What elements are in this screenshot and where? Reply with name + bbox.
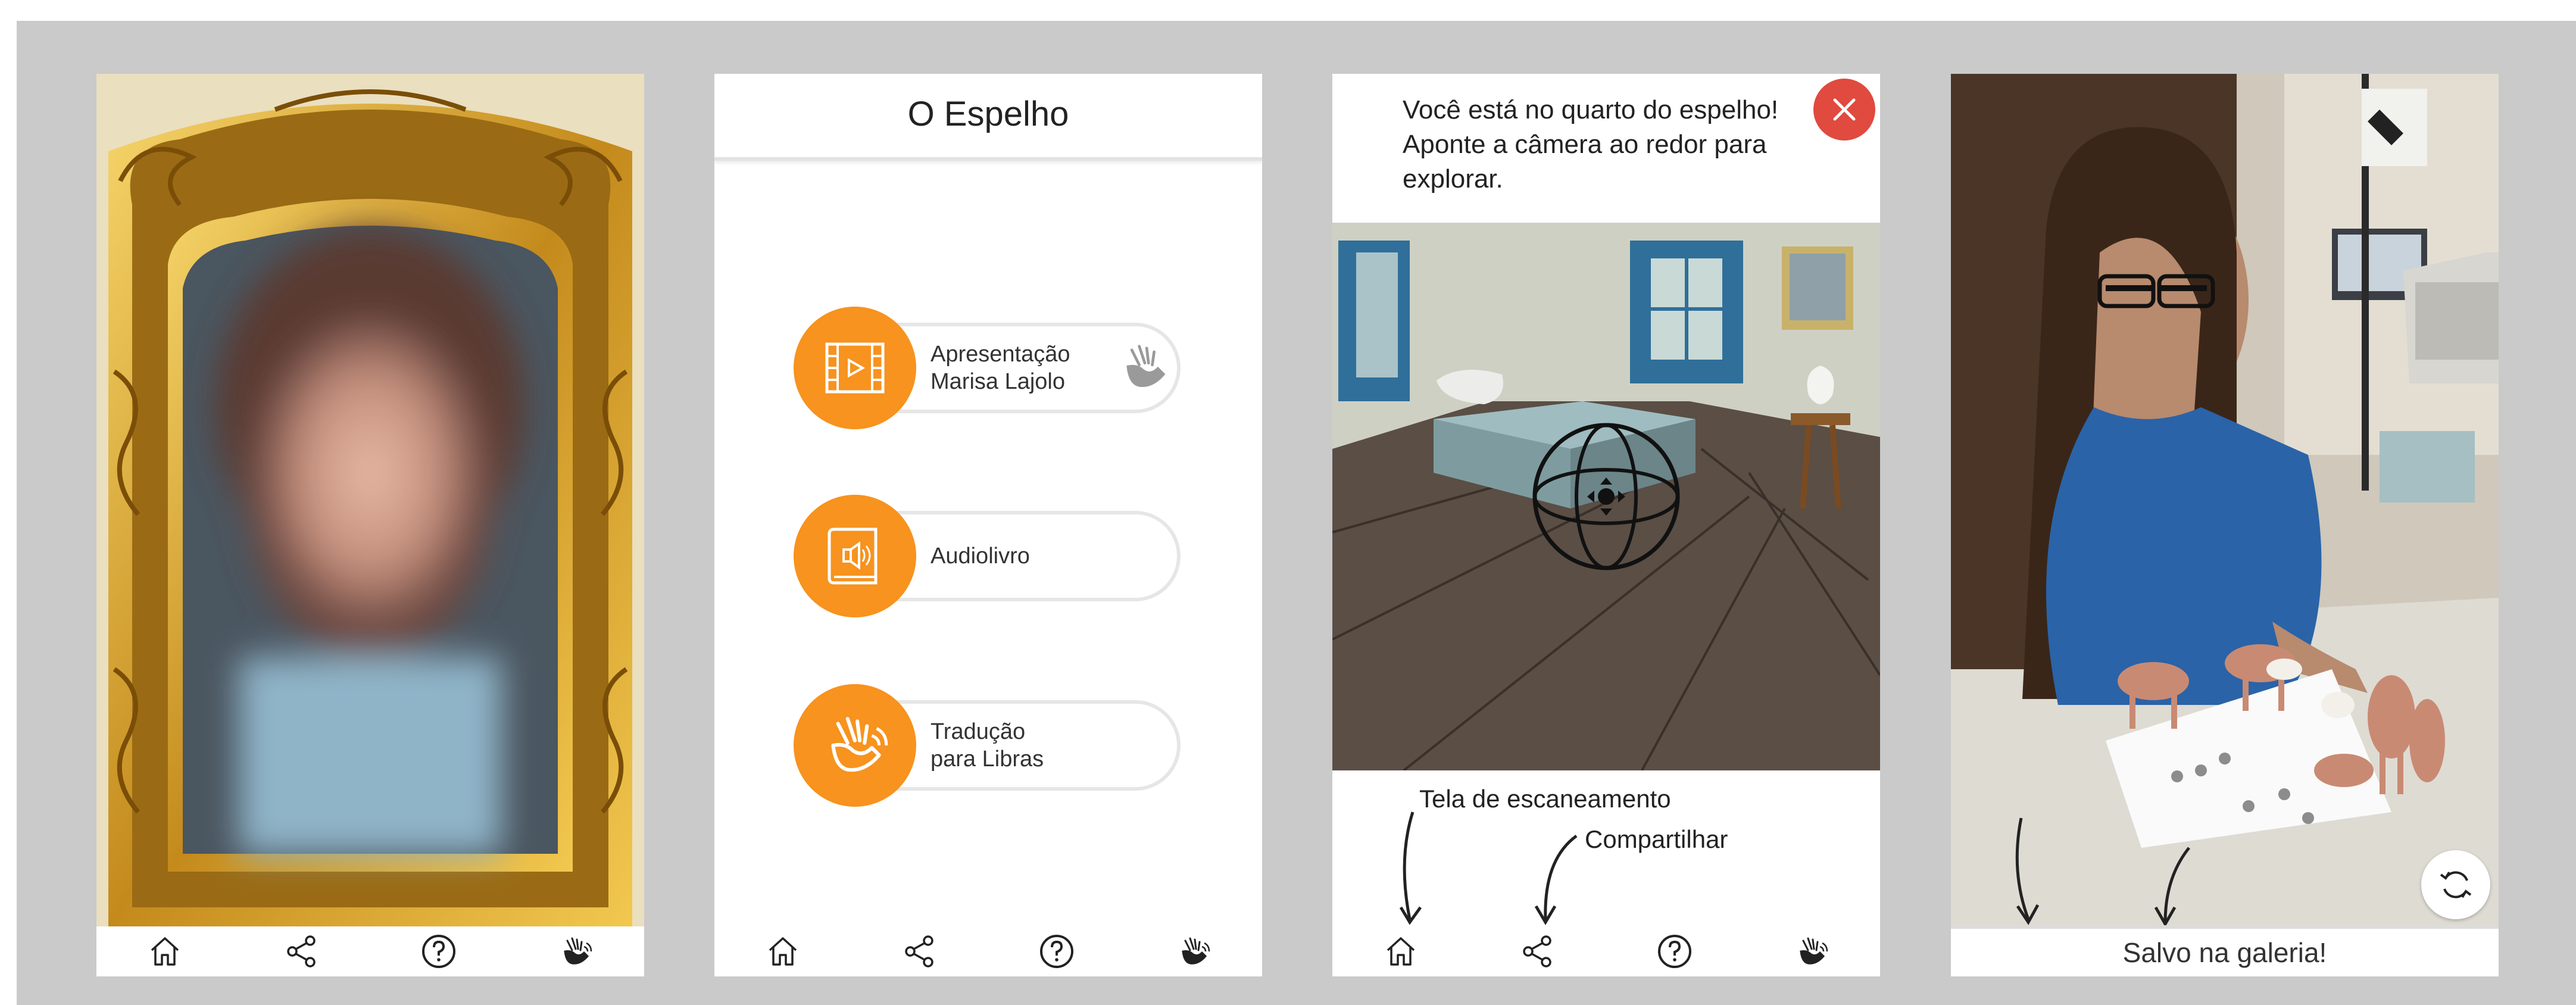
instruction-message: Você está no quarto do espelho! Aponte a… [1403, 93, 1807, 196]
ornate-mirror-frame [96, 74, 644, 926]
screen-scan: Você está no quarto do espelho! Aponte a… [1332, 74, 1880, 976]
menu-label-line1: Apresentação [931, 342, 1070, 367]
page-title: O Espelho [907, 95, 1069, 133]
nav-home-button[interactable] [144, 931, 186, 972]
retake-button[interactable] [2421, 850, 2490, 919]
screen-saved-photo: Salvo na galeria! [1951, 74, 2499, 976]
nav-share-button[interactable] [281, 931, 323, 972]
instruction-line1: Você está no quarto do espelho! [1403, 95, 1779, 124]
screen-mirror [96, 74, 644, 976]
saved-status-bar: Salvo na galeria! [1951, 925, 2499, 976]
share-icon [905, 935, 933, 967]
nav-share-button[interactable] [1517, 931, 1559, 972]
nav-sign-language-button[interactable] [1791, 931, 1832, 972]
bottom-nav [714, 926, 1262, 976]
menu-item-label: Audiolivro [931, 504, 1030, 608]
instruction-line3: explorar. [1403, 164, 1503, 193]
camera-view[interactable] [1332, 223, 1880, 770]
help-icon [422, 935, 455, 968]
saved-status-text: Salvo na galeria! [2122, 937, 2327, 968]
screen-header: O Espelho [714, 74, 1262, 161]
nav-home-button[interactable] [1380, 931, 1422, 972]
nav-help-button[interactable] [1036, 931, 1078, 972]
close-icon [1833, 98, 1856, 121]
menu-label-line1: Audiolivro [931, 544, 1030, 569]
menu-label-line2: Marisa Lajolo [931, 369, 1065, 394]
sign-language-icon [794, 684, 916, 807]
menu-item-presentation[interactable]: Apresentação Marisa Lajolo [794, 307, 1186, 429]
captured-photo [1951, 74, 2499, 925]
sign-language-icon [1126, 345, 1166, 387]
mirror-view [96, 74, 644, 926]
home-icon [769, 937, 797, 966]
nav-home-button[interactable] [762, 931, 804, 972]
close-button[interactable] [1813, 79, 1875, 141]
annotation-arrows [2015, 817, 2190, 925]
menu-item-audiobook[interactable]: Audiolivro [794, 495, 1186, 617]
instruction-line2: Aponte a câmera ao redor para [1403, 130, 1767, 159]
menu-item-libras[interactable]: Tradução para Libras [794, 684, 1186, 807]
share-icon [287, 935, 316, 967]
nav-help-button[interactable] [1654, 931, 1696, 972]
menu-item-label: Apresentação Marisa Lajolo [931, 316, 1070, 420]
ar-photo [1951, 74, 2499, 925]
share-icon [1523, 935, 1551, 967]
nav-sign-language-button[interactable] [555, 931, 597, 972]
menu-item-label: Tradução para Libras [931, 693, 1044, 798]
menu-label-line1: Tradução [931, 719, 1026, 744]
home-icon [1387, 937, 1415, 966]
home-icon [151, 937, 179, 966]
help-icon [1658, 935, 1691, 968]
nav-help-button[interactable] [418, 931, 460, 972]
annotation-arrows [1399, 812, 1578, 925]
sign-language-icon [1182, 937, 1210, 965]
bottom-nav [1332, 926, 1880, 976]
screen-menu: O Espelho Apresentação Marisa Lajolo Aud… [714, 74, 1262, 976]
help-icon [1040, 935, 1073, 968]
refresh-icon [2440, 871, 2472, 898]
audiobook-icon [794, 495, 916, 617]
gyroscope-scan-icon [1532, 423, 1680, 570]
video-icon [794, 307, 916, 429]
bottom-nav [96, 926, 644, 976]
nav-share-button[interactable] [899, 931, 941, 972]
sign-language-icon [564, 937, 592, 965]
sign-language-icon [1800, 937, 1828, 965]
nav-sign-language-button[interactable] [1173, 931, 1214, 972]
menu-label-line2: para Libras [931, 747, 1044, 772]
